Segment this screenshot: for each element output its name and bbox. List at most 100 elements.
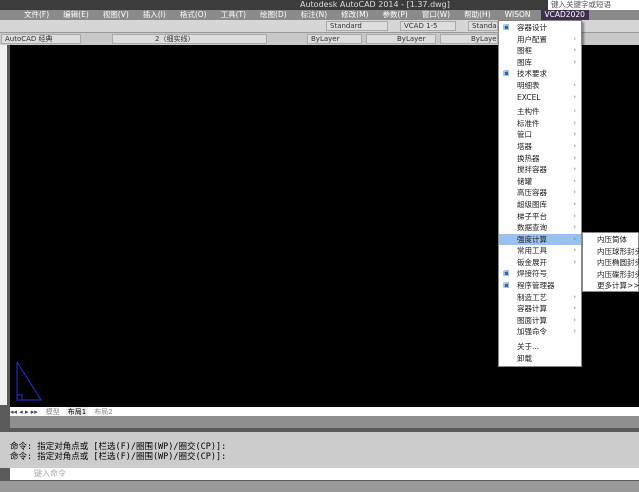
menu-item[interactable]: EXCEL › <box>499 92 581 104</box>
command-line: 命令: 指定对角点或 [栏选(F)/圈围(WP)/圈交(CP)]: <box>10 452 227 462</box>
dim-style-dropdown[interactable]: VCAD 1-5 <box>400 21 456 31</box>
menu-item[interactable]: 换热器 › <box>499 153 581 165</box>
ucs-icon <box>16 361 42 401</box>
menu-item[interactable]: ▣ 容器设计 <box>499 22 581 34</box>
menu-item[interactable]: 参数(P) <box>378 10 411 20</box>
menu-item[interactable]: WISON <box>501 10 535 20</box>
chevron-right-icon: › <box>573 199 576 208</box>
menu-item-label: 换热器 <box>517 153 540 163</box>
menu-item[interactable]: 绘图(D) <box>256 10 291 20</box>
menu-item[interactable]: 数据查询 › <box>499 222 581 234</box>
tab-model[interactable]: 模型 <box>46 407 60 417</box>
manager-icon: ▣ <box>503 281 510 290</box>
color-dropdown[interactable]: ByLayer <box>307 34 362 44</box>
linetype-dropdown[interactable]: ByLayer <box>366 34 436 44</box>
menu-item[interactable]: 窗口(W) <box>418 10 454 20</box>
menu-item[interactable]: 强度计算 › <box>499 233 581 246</box>
chevron-right-icon: › <box>573 246 576 255</box>
command-input[interactable]: 键入命令 <box>10 468 639 480</box>
menu-item[interactable]: 视图(V) <box>99 10 133 20</box>
menu-item[interactable]: 图面计算 › <box>499 315 581 327</box>
menu-item-label: 关于... <box>517 342 540 352</box>
tab-nav-icon[interactable]: ◂◂ ◂ ▸ ▸▸ <box>10 408 38 416</box>
menu-item-label: EXCEL <box>517 92 541 102</box>
vcad-dropdown-menu: ▣ 容器设计 用户配置 › 图框 › 图库 › ▣ 技术要求 明细表 › EXCEL › 主构件 › 标准件 › 管… <box>498 20 582 367</box>
chevron-right-icon: › <box>573 304 576 313</box>
chevron-right-icon: › <box>573 165 576 174</box>
menu-item[interactable]: 标注(N) <box>297 10 331 20</box>
menu-item[interactable]: 关于... <box>499 341 581 353</box>
menu-item-label: 梯子平台 <box>517 211 547 221</box>
submenu-item[interactable]: 内压球形封头 <box>583 246 639 258</box>
menu-item-label: 技术要求 <box>517 69 547 79</box>
menu-item-label: 钣金展开 <box>517 257 547 267</box>
menu-item[interactable]: ▣ 程序管理器 <box>499 280 581 292</box>
menu-item[interactable]: 梯子平台 › <box>499 211 581 223</box>
chevron-right-icon: › <box>573 141 576 150</box>
table-style-dropdown[interactable]: Standard <box>468 21 498 31</box>
menu-item[interactable]: 加强命令 › <box>499 326 581 338</box>
title-bar: Autodesk AutoCAD 2014 - [1.37.dwg] 键入关键字… <box>0 0 639 10</box>
menu-item[interactable]: 高压容器 › <box>499 187 581 199</box>
menu-item[interactable]: 卸载 <box>499 353 581 365</box>
menu-vcad2020[interactable]: VCAD2020 <box>540 10 589 20</box>
menu-item[interactable]: 格式(O) <box>176 10 211 20</box>
scrollbar[interactable] <box>10 416 639 428</box>
chevron-right-icon: › <box>573 234 576 243</box>
layout-tabs: ◂◂ ◂ ▸ ▸▸ 模型 布局1 布局2 <box>10 406 639 417</box>
menu-item[interactable]: 常用工具 › <box>499 245 581 257</box>
menu-item[interactable]: 钣金展开 › <box>499 257 581 269</box>
workspace-dropdown[interactable]: AutoCAD 经典 <box>1 34 81 44</box>
menu-item[interactable]: 插入(I) <box>139 10 170 20</box>
text-style-dropdown[interactable]: Standard <box>326 21 388 31</box>
lineweight-dropdown[interactable]: ByLayer <box>440 34 498 44</box>
submenu-item[interactable]: 内压筒体 <box>583 234 638 246</box>
menu-item[interactable]: 塔器 › <box>499 141 581 153</box>
menu-item[interactable]: 文件(F) <box>20 10 53 20</box>
chevron-right-icon: › <box>573 130 576 139</box>
draw-toolbar[interactable] <box>0 45 7 405</box>
menu-item-label: 搅拌容器 <box>517 165 547 175</box>
menu-item[interactable]: 制造工艺 › <box>499 292 581 304</box>
menu-item-label: 加强命令 <box>517 327 547 337</box>
submenu-item[interactable]: 内压碟形封头 <box>583 269 639 281</box>
chevron-right-icon: › <box>573 223 576 232</box>
menu-item-label: 制造工艺 <box>517 292 547 302</box>
text-icon: ▣ <box>503 69 510 78</box>
search-input[interactable]: 键入关键字或短语 <box>548 0 639 10</box>
menu-item[interactable]: 图框 › <box>499 45 581 57</box>
chevron-right-icon: › <box>573 34 576 43</box>
menu-item-label: 容器计算 <box>517 304 547 314</box>
submenu-item[interactable]: 更多计算>> <box>583 280 639 292</box>
menu-item[interactable]: 修改(M) <box>337 10 372 20</box>
menu-item-label: 储罐 <box>517 176 532 186</box>
chevron-right-icon: › <box>573 211 576 220</box>
chevron-right-icon: › <box>573 292 576 301</box>
menu-item[interactable]: 标准件 › <box>499 118 581 130</box>
tab-layout2[interactable]: 布局2 <box>94 407 112 417</box>
command-line: 命令: 指定对角点或 [栏选(F)/圈围(WP)/圈交(CP)]: <box>10 442 227 452</box>
menu-item[interactable]: 管口 › <box>499 129 581 141</box>
menu-item[interactable]: 搅拌容器 › <box>499 164 581 176</box>
weld-icon: ▣ <box>503 269 510 278</box>
menu-item[interactable]: 容器计算 › <box>499 303 581 315</box>
menu-item[interactable]: 主构件 › <box>499 106 581 118</box>
menu-item[interactable]: 明细表 › <box>499 80 581 92</box>
menu-item[interactable]: ▣ 焊接符号 <box>499 268 581 280</box>
menu-item-label: 图库 <box>517 57 532 67</box>
layer-dropdown[interactable]: 2（细实线） <box>112 34 267 44</box>
menu-item-label: 用户配置 <box>517 34 547 44</box>
menu-item[interactable]: 工具(T) <box>217 10 250 20</box>
menu-item[interactable]: ▣ 技术要求 <box>499 68 581 80</box>
menu-item[interactable]: 储罐 › <box>499 176 581 188</box>
menu-item[interactable]: 帮助(H) <box>460 10 495 20</box>
strength-calc-submenu: 内压筒体 内压球形封头 内压椭圆封头 内压碟形封头 更多计算>> <box>582 232 639 292</box>
menu-item[interactable]: 用户配置 › <box>499 34 581 46</box>
submenu-item[interactable]: 内压椭圆封头 <box>583 257 639 269</box>
menu-item-label: 强度计算 <box>517 234 547 244</box>
menu-item-label: 高压容器 <box>517 188 547 198</box>
menu-item[interactable]: 图库 › <box>499 57 581 69</box>
menu-item[interactable]: 编辑(E) <box>59 10 93 20</box>
menu-item[interactable]: 超级图库 › <box>499 199 581 211</box>
tab-layout1[interactable]: 布局1 <box>65 406 89 417</box>
